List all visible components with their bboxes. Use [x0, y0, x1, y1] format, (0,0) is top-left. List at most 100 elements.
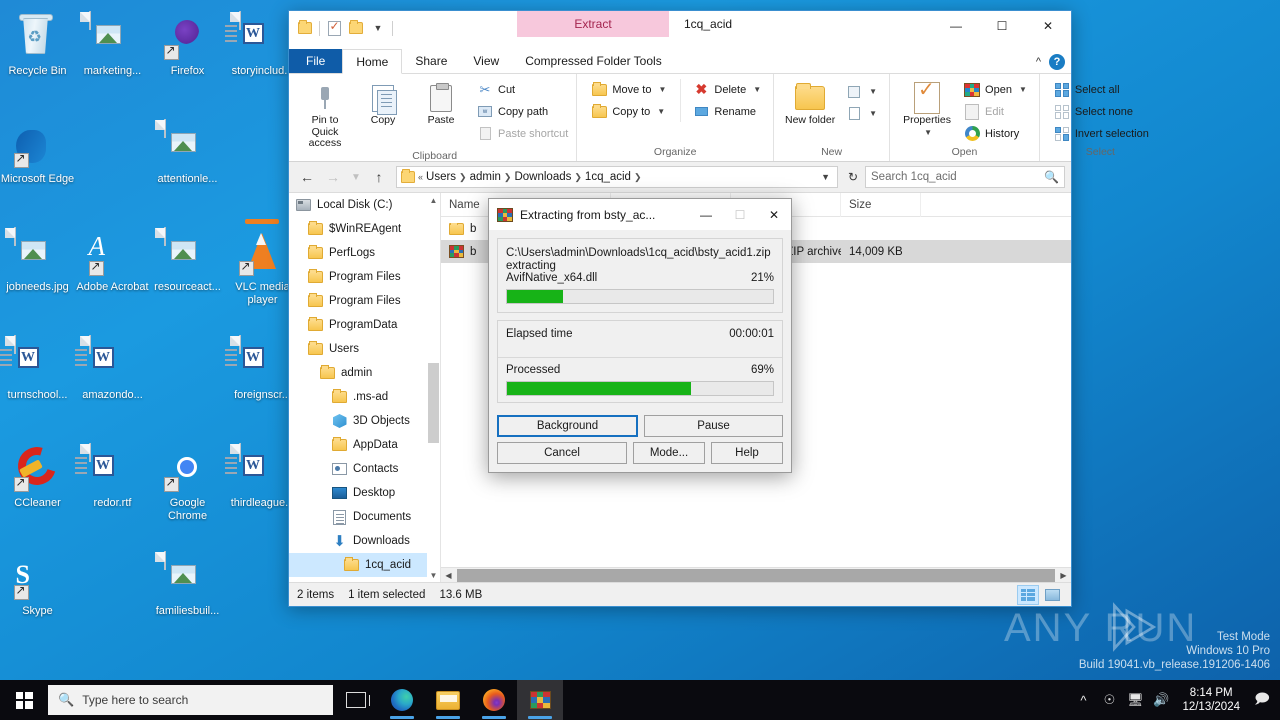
nav-tree-item-desktop[interactable]: Desktop [289, 481, 440, 505]
desktop-icon-skype[interactable]: S Skype [0, 546, 75, 650]
maximize-button[interactable]: ☐ [979, 11, 1025, 40]
winrar-close-button[interactable]: ✕ [757, 199, 791, 230]
task-view-icon[interactable] [333, 680, 379, 720]
tab-home[interactable]: Home [342, 49, 403, 74]
forward-arrow-icon[interactable]: → [321, 165, 345, 189]
desktop-icon-amazondo[interactable]: Wamazondo... [74, 330, 150, 434]
qat-properties-icon[interactable] [323, 17, 345, 39]
hscroll-right-icon[interactable]: ▶ [1056, 571, 1071, 580]
qat-customize-dropdown-icon[interactable]: ▼ [367, 17, 389, 39]
desktop-icon-recycle-bin[interactable]: ♻ Recycle Bin [0, 6, 75, 110]
back-arrow-icon[interactable]: ← [295, 165, 319, 189]
help-button[interactable]: Help [711, 442, 783, 464]
taskbar-file-explorer-icon[interactable] [425, 680, 471, 720]
select-none-button[interactable]: Select none [1050, 101, 1153, 122]
paste-shortcut-button[interactable]: Paste shortcut [473, 123, 572, 144]
breadcrumb-item-users[interactable]: Users [426, 171, 456, 183]
desktop-icon-resourceact[interactable]: resourceact... [150, 222, 225, 326]
pause-button[interactable]: Pause [644, 415, 783, 437]
taskbar-microsoft-edge-icon[interactable] [379, 680, 425, 720]
nav-tree-item-3d-objects[interactable]: 3D Objects [289, 409, 440, 433]
copy-to-dropdown-icon[interactable]: ▼ [657, 107, 665, 116]
move-to-button[interactable]: Move to ▼ [587, 79, 670, 100]
desktop-icon-turnschool[interactable]: Wturnschool... [0, 330, 75, 434]
background-button[interactable]: Background [497, 415, 638, 437]
taskbar-search-input[interactable]: 🔍 Type here to search [48, 685, 333, 715]
rename-button[interactable]: Rename [689, 101, 765, 122]
cancel-button[interactable]: Cancel [497, 442, 627, 464]
nav-scroll-down-icon[interactable]: ▼ [427, 568, 440, 582]
up-arrow-icon[interactable]: ↑ [367, 165, 391, 189]
breadcrumb[interactable]: « Users ❯ admin ❯ Downloads ❯ 1cq_acid ❯… [396, 166, 838, 188]
easy-access-dropdown-icon[interactable]: ▼ [869, 109, 877, 118]
nav-tree-item-perflogs[interactable]: PerfLogs [289, 241, 440, 265]
refresh-icon[interactable]: ↻ [843, 170, 863, 184]
minimize-button[interactable]: — [933, 11, 979, 40]
search-input[interactable]: Search 1cq_acid 🔍 [865, 166, 1065, 188]
network-icon[interactable]: 🖥 [1122, 680, 1148, 720]
nav-tree-item-documents[interactable]: Documents [289, 505, 440, 529]
qat-folder-icon[interactable] [294, 17, 316, 39]
winrar-minimize-button[interactable]: — [689, 199, 723, 230]
desktop-icon-google-chrome[interactable]: Google Chrome [150, 438, 225, 542]
new-folder-button[interactable]: New folder [782, 79, 838, 127]
paste-button[interactable]: Paste [413, 79, 469, 127]
properties-button[interactable]: Properties ▼ [898, 79, 956, 138]
taskbar-clock[interactable]: 8:14 PM 12/13/2024 [1174, 686, 1248, 714]
nav-scroll-thumb[interactable] [428, 363, 439, 443]
edit-button[interactable]: Edit [960, 101, 1031, 122]
taskbar-firefox-icon[interactable] [471, 680, 517, 720]
show-hidden-icons-chevron[interactable]: ^ [1070, 680, 1096, 720]
nav-tree-item-ms-ad[interactable]: .ms-ad [289, 385, 440, 409]
easy-access-button[interactable]: ▼ [842, 103, 881, 124]
desktop-icon-attentionle[interactable]: attentionle... [150, 114, 225, 218]
action-center-icon[interactable]: 🗩 [1248, 680, 1276, 720]
nav-tree-item-admin[interactable]: admin [289, 361, 440, 385]
nav-tree-item-program-files[interactable]: Program Files [289, 265, 440, 289]
desktop-icon-ccleaner[interactable]: CCleaner [0, 438, 75, 542]
nav-tree-item-appdata[interactable]: AppData [289, 433, 440, 457]
tab-view[interactable]: View [460, 49, 512, 73]
nav-tree-item-winreagent[interactable]: $WinREAgent [289, 217, 440, 241]
hscroll-left-icon[interactable]: ◀ [441, 571, 456, 580]
breadcrumb-item-admin[interactable]: admin [470, 171, 501, 183]
nav-tree-item-local-disk-c[interactable]: Local Disk (C:) [289, 193, 440, 217]
windows-start-icon[interactable] [0, 680, 48, 720]
nav-scroll-up-icon[interactable]: ▲ [427, 193, 440, 207]
mode-button[interactable]: Mode... [633, 442, 705, 464]
copy-path-button[interactable]: w Copy path [473, 101, 572, 122]
taskbar-winrar-icon[interactable] [517, 680, 563, 720]
camera-icon[interactable]: ☉ [1096, 680, 1122, 720]
navigation-scrollbar[interactable]: ▲ ▼ [427, 193, 440, 582]
nav-tree-item-programdata[interactable]: ProgramData [289, 313, 440, 337]
breadcrumb-dropdown-icon[interactable]: ▼ [821, 172, 833, 182]
column-header-size[interactable]: Size [841, 192, 921, 217]
invert-selection-button[interactable]: Invert selection [1050, 123, 1153, 144]
delete-dropdown-icon[interactable]: ▼ [753, 85, 761, 94]
desktop-icon-microsoft-edge[interactable]: Microsoft Edge [0, 114, 75, 218]
desktop-icon-familiesbuil[interactable]: familiesbuil... [150, 546, 225, 650]
open-dropdown-icon[interactable]: ▼ [1019, 85, 1027, 94]
horizontal-scrollbar[interactable]: ◀ ▶ [441, 567, 1071, 582]
nav-tree-item-users[interactable]: Users [289, 337, 440, 361]
open-button[interactable]: Open ▼ [960, 79, 1031, 100]
desktop-icon-adobe-acrobat[interactable]: Adobe Acrobat [75, 222, 150, 326]
nav-tree-item-downloads[interactable]: ⬇ Downloads [289, 529, 440, 553]
details-view-icon[interactable] [1017, 584, 1039, 605]
desktop-icon-redor-rtf[interactable]: Wredor.rtf [74, 438, 150, 542]
nav-tree-item-program-files[interactable]: Program Files [289, 289, 440, 313]
nav-tree-item-contacts[interactable]: Contacts [289, 457, 440, 481]
qat-new-folder-icon[interactable] [345, 17, 367, 39]
nav-tree-item-1cq-acid[interactable]: 1cq_acid [289, 553, 440, 577]
breadcrumb-item-downloads[interactable]: Downloads [514, 171, 571, 183]
new-item-dropdown-icon[interactable]: ▼ [869, 87, 877, 96]
cut-button[interactable]: ✂ Cut [473, 79, 572, 100]
breadcrumb-item-1cq-acid[interactable]: 1cq_acid [585, 171, 631, 183]
tab-compressed-folder-tools[interactable]: Compressed Folder Tools [512, 49, 675, 73]
hscroll-thumb[interactable] [457, 568, 1055, 582]
desktop-icon-firefox[interactable]: Firefox [150, 6, 225, 110]
tab-share[interactable]: Share [402, 49, 460, 73]
close-button[interactable]: ✕ [1025, 11, 1071, 40]
help-icon[interactable]: ? [1049, 53, 1065, 70]
select-all-button[interactable]: Select all [1050, 79, 1153, 100]
